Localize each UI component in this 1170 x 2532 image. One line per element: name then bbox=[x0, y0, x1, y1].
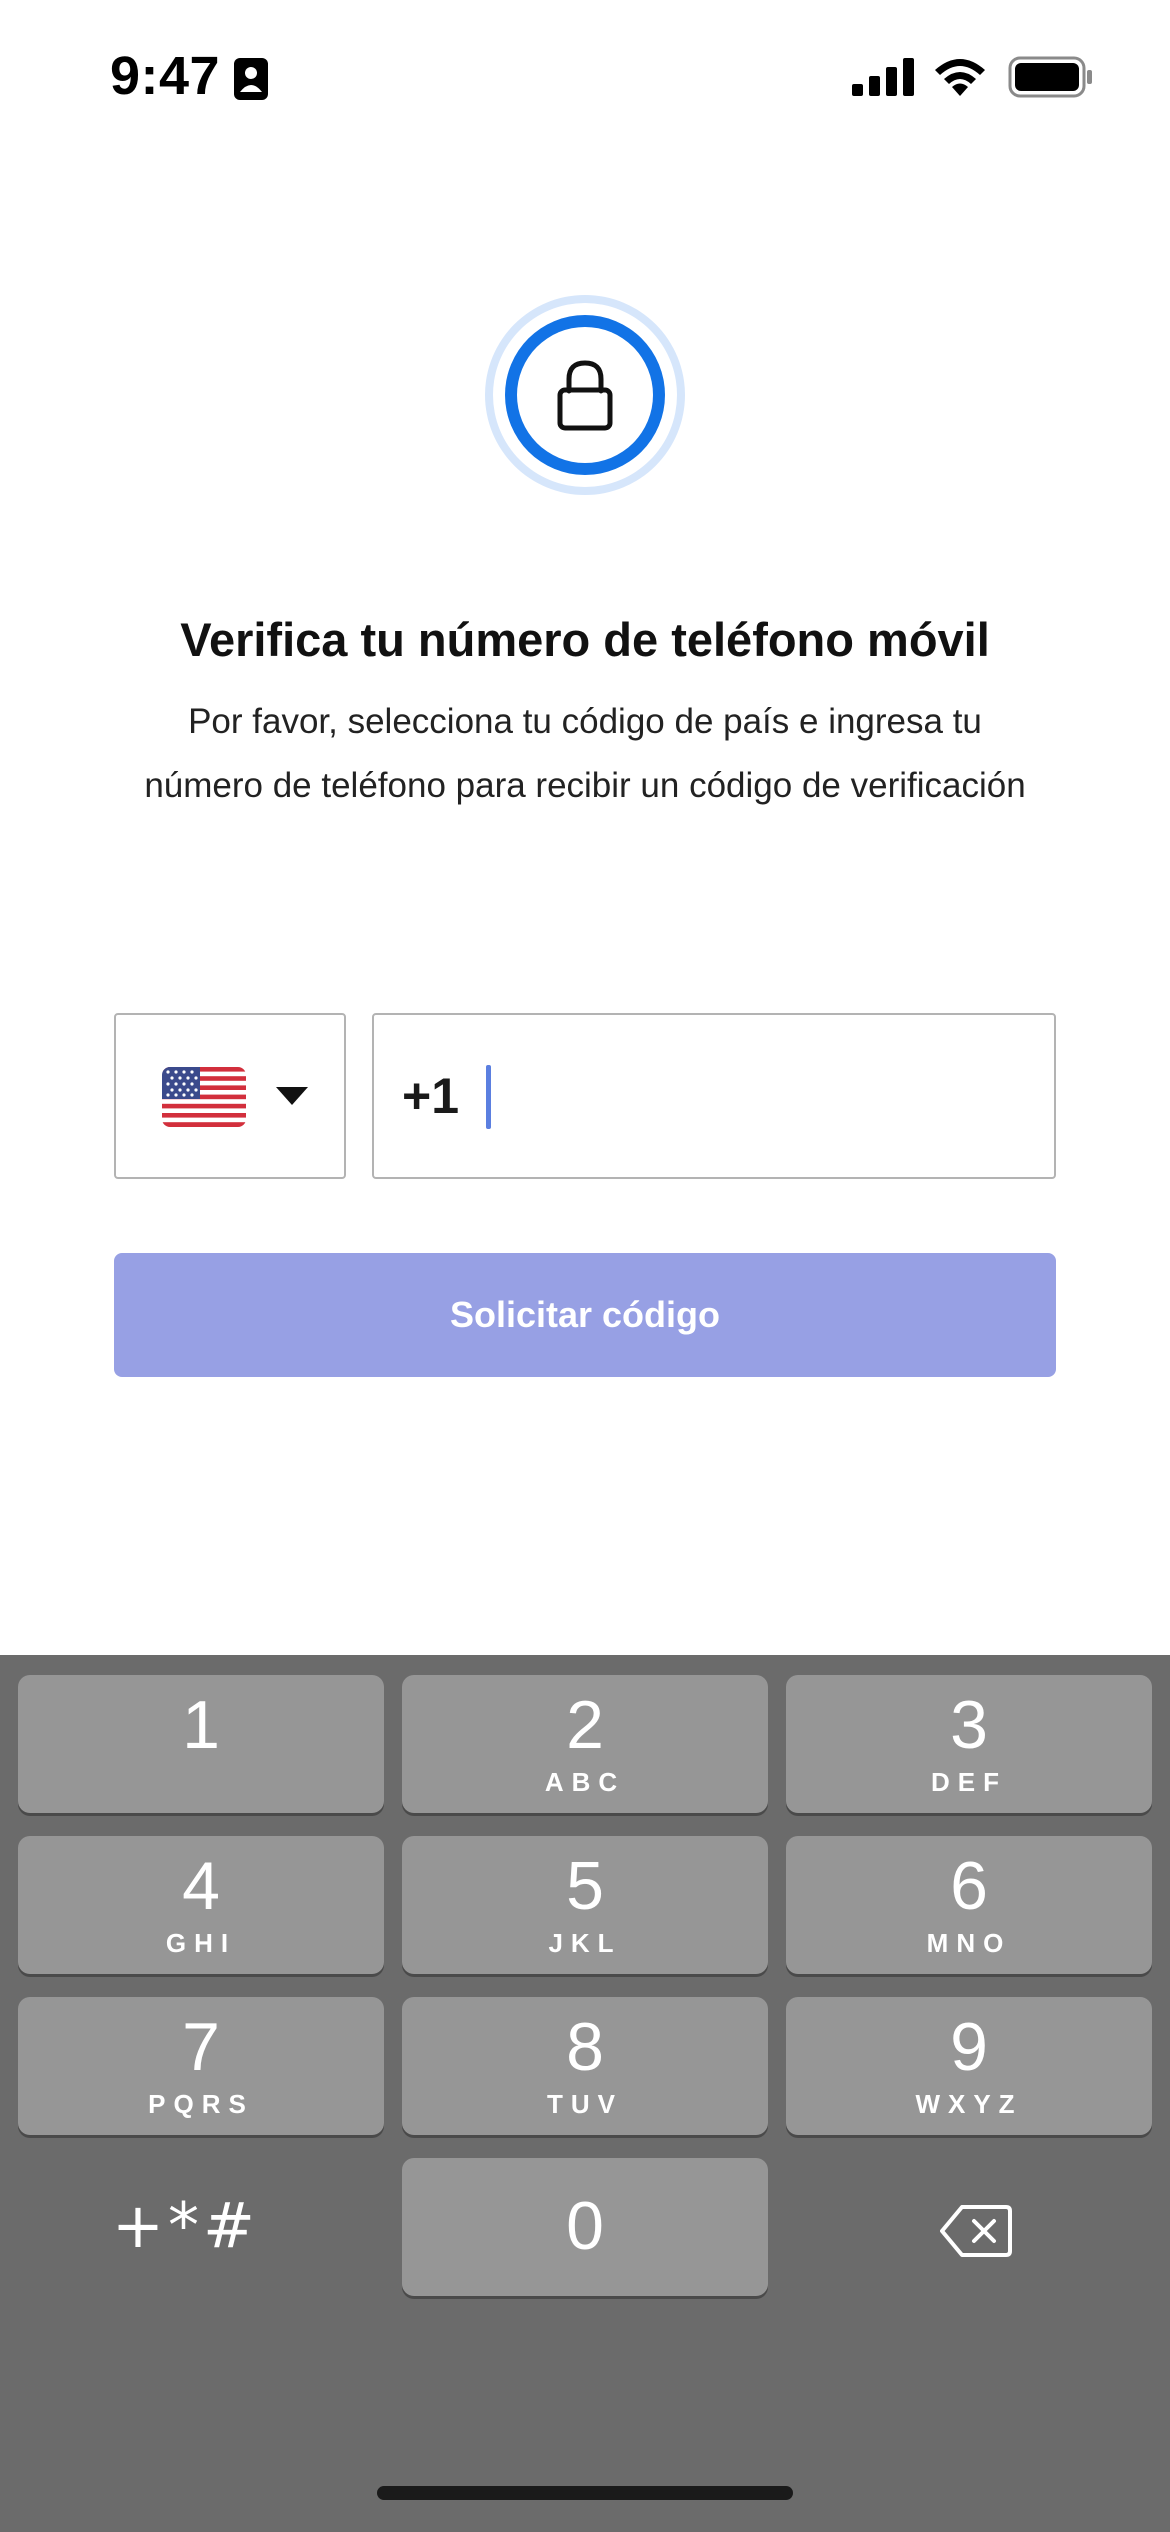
home-indicator bbox=[377, 2486, 793, 2500]
key-letters: DEF bbox=[931, 1767, 1007, 1797]
key-4[interactable]: 4 GHI bbox=[18, 1836, 384, 1974]
status-time: 9:47 bbox=[110, 46, 221, 106]
battery-icon bbox=[1008, 56, 1092, 98]
page-subtitle: Por favor, selecciona tu código de país … bbox=[144, 702, 1026, 805]
status-bar: 9:47 bbox=[0, 0, 1170, 150]
key-5[interactable]: 5 JKL bbox=[402, 1836, 768, 1974]
key-digit: 4 bbox=[182, 1848, 220, 1924]
key-digit: 8 bbox=[566, 2009, 604, 2085]
page-title: Verifica tu número de teléfono móvil bbox=[180, 613, 990, 666]
request-code-button[interactable]: Solicitar código bbox=[114, 1253, 1056, 1377]
key-letters: TUV bbox=[547, 2089, 623, 2119]
key-1[interactable]: 1 bbox=[18, 1675, 384, 1813]
key-3[interactable]: 3 DEF bbox=[786, 1675, 1152, 1813]
cellular-signal-icon bbox=[852, 58, 914, 96]
key-digit: 5 bbox=[566, 1848, 604, 1924]
contact-card-icon bbox=[234, 58, 268, 100]
key-6[interactable]: 6 MNO bbox=[786, 1836, 1152, 1974]
key-2[interactable]: 2 ABC bbox=[402, 1675, 768, 1813]
key-digit: 7 bbox=[182, 2009, 220, 2085]
key-letters: JKL bbox=[548, 1928, 622, 1958]
phone-verification-screen: 9:47 Verifica tu número de teléfono móvi… bbox=[0, 0, 1170, 2532]
wifi-icon bbox=[935, 59, 985, 96]
key-letters: PQRS bbox=[148, 2089, 254, 2119]
key-digit: 6 bbox=[950, 1848, 988, 1924]
text-cursor bbox=[486, 1065, 491, 1129]
key-digit: 0 bbox=[566, 2188, 604, 2264]
key-0[interactable]: 0 bbox=[402, 2158, 768, 2296]
numeric-keypad: 1 2 ABC 3 DEF 4 GHI 5 JKL 6 MNO 7 PQRS 8 bbox=[0, 1655, 1170, 2532]
key-letters: MNO bbox=[926, 1928, 1012, 1958]
us-flag-icon bbox=[162, 1067, 246, 1127]
key-digit: 9 bbox=[950, 2009, 988, 2085]
key-digit: 1 bbox=[182, 1687, 220, 1763]
backspace-icon bbox=[940, 2205, 1012, 2257]
delete-key[interactable] bbox=[786, 2161, 1152, 2299]
key-digit: 3 bbox=[950, 1687, 988, 1763]
key-letters: ABC bbox=[544, 1767, 626, 1797]
key-9[interactable]: 9 WXYZ bbox=[786, 1997, 1152, 2135]
symbols-key[interactable]: +*# bbox=[18, 2161, 384, 2299]
key-digit: 2 bbox=[566, 1687, 604, 1763]
key-letters: WXYZ bbox=[915, 2089, 1023, 2119]
lock-icon bbox=[485, 295, 685, 495]
key-letters: GHI bbox=[165, 1928, 237, 1958]
symbols-label: +*# bbox=[112, 2189, 259, 2262]
key-8[interactable]: 8 TUV bbox=[402, 1997, 768, 2135]
caret-down-icon bbox=[276, 1087, 308, 1105]
key-7[interactable]: 7 PQRS bbox=[18, 1997, 384, 2135]
phone-number-input[interactable]: +1 bbox=[372, 1013, 1056, 1179]
dial-code-prefix: +1 bbox=[402, 1068, 460, 1124]
country-code-dropdown[interactable] bbox=[114, 1013, 346, 1179]
